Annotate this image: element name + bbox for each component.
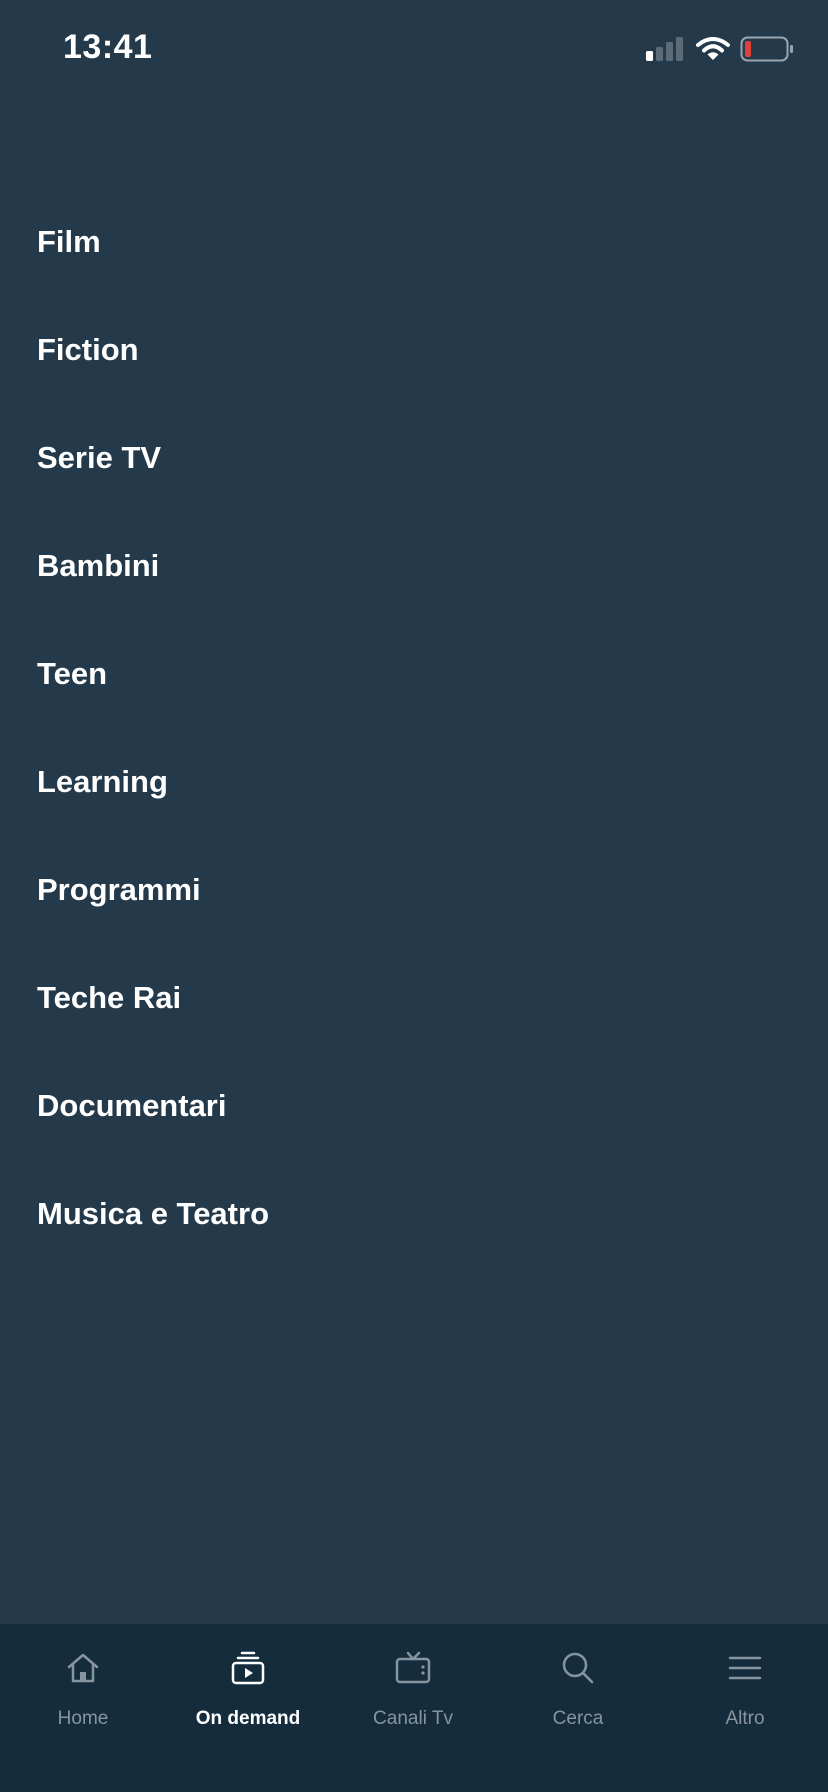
tab-bar: Home On demand Canali Tv Cerca Altro (0, 1624, 828, 1792)
status-bar: 13:41 (0, 0, 828, 100)
tab-altro[interactable]: Altro (662, 1624, 828, 1744)
home-icon (67, 1653, 99, 1683)
status-icons (646, 34, 794, 64)
status-time: 13:41 (63, 28, 153, 66)
category-programmi[interactable]: Programmi (0, 836, 828, 944)
tab-canali-tv-label: Canali Tv (373, 1708, 453, 1729)
category-list: Film Fiction Serie TV Bambini Teen Learn… (0, 188, 828, 1268)
battery-low-icon (740, 36, 793, 62)
category-bambini[interactable]: Bambini (0, 512, 828, 620)
category-learning[interactable]: Learning (0, 728, 828, 836)
tab-altro-label: Altro (725, 1708, 765, 1729)
tab-canali-tv[interactable]: Canali Tv (330, 1624, 496, 1744)
wifi-icon (696, 37, 730, 60)
tab-cerca[interactable]: Cerca (495, 1624, 661, 1744)
on-demand-icon (231, 1651, 265, 1685)
category-film[interactable]: Film (0, 188, 828, 296)
signal-icon (646, 37, 683, 61)
search-icon (562, 1652, 594, 1684)
tab-on-demand[interactable]: On demand (165, 1624, 331, 1744)
tab-cerca-label: Cerca (552, 1708, 604, 1729)
category-teche-rai[interactable]: Teche Rai (0, 944, 828, 1052)
category-serie-tv[interactable]: Serie TV (0, 404, 828, 512)
tv-icon (395, 1651, 431, 1684)
menu-icon (728, 1656, 762, 1680)
tab-home-label: Home (57, 1708, 109, 1729)
tab-home[interactable]: Home (0, 1624, 166, 1744)
category-teen[interactable]: Teen (0, 620, 828, 728)
category-fiction[interactable]: Fiction (0, 296, 828, 404)
category-documentari[interactable]: Documentari (0, 1052, 828, 1160)
category-musica-e-teatro[interactable]: Musica e Teatro (0, 1160, 828, 1268)
tab-on-demand-label: On demand (195, 1708, 301, 1729)
